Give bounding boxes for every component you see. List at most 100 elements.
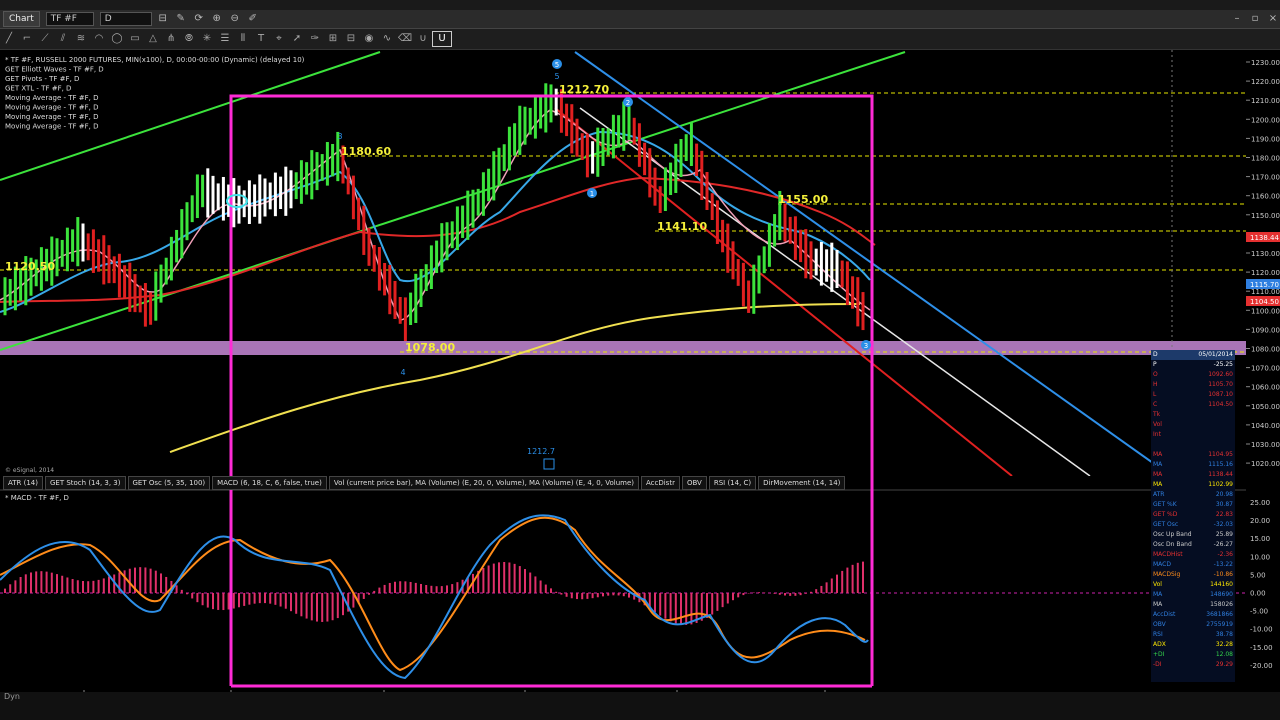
- top-marker-icon[interactable]: [543, 458, 555, 470]
- ellipse-icon[interactable]: ◯: [108, 31, 126, 47]
- data-window-key: RSI: [1153, 631, 1163, 638]
- rectangle-icon[interactable]: ▭: [126, 31, 144, 47]
- white-channel: [579, 107, 1091, 476]
- wave-3b-label: 3: [864, 342, 868, 350]
- macd-tick-label: -20.00: [1250, 662, 1273, 670]
- data-window-key: -DI: [1153, 661, 1162, 668]
- data-window-key: Tk: [1153, 411, 1161, 418]
- data-window-row: GET %K 30.87: [1151, 500, 1235, 510]
- refresh-icon[interactable]: ⟳: [192, 12, 206, 26]
- data-window-value: 38.78: [1215, 631, 1233, 638]
- tab-macd[interactable]: MACD (6, 18, C, 6, false, true): [212, 476, 327, 490]
- unlock-icon[interactable]: U: [432, 31, 452, 47]
- data-window-key: AccDist: [1153, 611, 1176, 618]
- link-icon[interactable]: ⊟: [156, 12, 170, 26]
- gann-icon[interactable]: ✳: [198, 31, 216, 47]
- tab-get-osc[interactable]: GET Osc (5, 35, 100): [127, 476, 211, 490]
- fib-icon[interactable]: ≋: [72, 31, 90, 47]
- cycle-icon[interactable]: ⦾: [180, 31, 198, 47]
- tab-obv[interactable]: OBV: [681, 476, 707, 490]
- price-tick-label: 1070.00: [1251, 365, 1280, 373]
- macd-title: * MACD - TF #F, D: [5, 494, 69, 502]
- zoom-out-icon[interactable]: ⊖: [228, 12, 242, 26]
- dyn-label[interactable]: Dyn: [4, 692, 20, 701]
- arrow-icon[interactable]: ➚: [288, 31, 306, 47]
- data-window-value: 1115.16: [1208, 461, 1233, 468]
- pen-icon[interactable]: ✑: [306, 31, 324, 47]
- arc-icon[interactable]: ◠: [90, 31, 108, 47]
- draw-icon[interactable]: ✎: [174, 12, 188, 26]
- macd-tick-label: 0.00: [1250, 590, 1266, 598]
- tab-accdistr[interactable]: AccDistr: [640, 476, 680, 490]
- text-icon[interactable]: T: [252, 31, 270, 47]
- title-bar: [0, 0, 1280, 10]
- wave-1-label: 1: [590, 190, 594, 198]
- title-line: GET Elliott Waves - TF #F, D: [5, 66, 104, 74]
- data-window-row: MACDSig -10.86: [1151, 570, 1235, 580]
- data-window-row: GET Osc -32.03: [1151, 520, 1235, 530]
- data-window-key: MA: [1153, 471, 1163, 478]
- restore-icon[interactable]: ▫: [1248, 12, 1262, 26]
- data-window-key: MA: [1153, 451, 1163, 458]
- magnet-icon[interactable]: ∪: [414, 31, 432, 47]
- grid-icon[interactable]: ⊞: [324, 31, 342, 47]
- data-window-value: 22.83: [1215, 511, 1233, 518]
- data-window-row: P -25.25: [1151, 360, 1235, 370]
- symbol-input[interactable]: TF #F: [45, 12, 94, 26]
- macd-tick-label: 25.00: [1250, 499, 1270, 507]
- channel-icon[interactable]: ⫽: [54, 31, 72, 47]
- data-window-row: MA 1138.44: [1151, 470, 1235, 480]
- zoom-in-icon[interactable]: ⊕: [210, 12, 224, 26]
- data-window-key: GET %D: [1153, 511, 1178, 518]
- price-tick-label: 1120.00: [1251, 269, 1280, 277]
- cursor-icon[interactable]: ╱: [0, 31, 18, 47]
- top-marker-label: 1212.7: [527, 447, 555, 456]
- line-tool-icon[interactable]: ⌐: [18, 31, 36, 47]
- tab-dirmovement[interactable]: DirMovement (14, 14): [758, 476, 846, 490]
- vlines-icon[interactable]: ⦀: [234, 31, 252, 47]
- data-window-value: 1104.50: [1208, 401, 1233, 408]
- hlines-icon[interactable]: ☰: [216, 31, 234, 47]
- data-window-key: O: [1153, 371, 1158, 378]
- price-marker-label: 1138.44: [1250, 234, 1279, 242]
- data-window-value: 30.87: [1215, 501, 1233, 508]
- tab-rsi[interactable]: RSI (14, C): [708, 476, 757, 490]
- wave-4-label: 4: [400, 368, 405, 377]
- erase-icon[interactable]: ⌫: [396, 31, 414, 47]
- data-window-key: Osc Up Band: [1153, 531, 1192, 538]
- macd-tick-label: -10.00: [1250, 626, 1273, 634]
- marker-icon[interactable]: ⌖: [270, 31, 288, 47]
- close-icon[interactable]: ×: [1266, 12, 1280, 26]
- wave-icon[interactable]: ∿: [378, 31, 396, 47]
- data-window-key: OBV: [1153, 621, 1166, 628]
- price-tick-label: 1160.00: [1251, 193, 1280, 201]
- pitchfork-icon[interactable]: ⋔: [162, 31, 180, 47]
- data-window-row: ATR 20.98: [1151, 490, 1235, 500]
- interval-input[interactable]: D: [99, 12, 152, 26]
- data-window-key: C: [1153, 401, 1158, 408]
- data-window-key: Vol: [1153, 581, 1162, 588]
- bottom-bar: Dyn: [0, 692, 1280, 720]
- title-line: Moving Average - TF #F, D: [5, 104, 99, 112]
- tab-get-stoch[interactable]: GET Stoch (14, 3, 3): [44, 476, 126, 490]
- tab-atr[interactable]: ATR (14): [3, 476, 43, 490]
- pencil-icon[interactable]: ✐: [246, 12, 260, 26]
- data-window-value: -25.25: [1213, 361, 1233, 368]
- chart-tab[interactable]: Chart: [3, 11, 40, 27]
- wave-3-label: 3: [337, 132, 342, 141]
- tab-volume[interactable]: Vol (current price bar), MA (Volume) (E,…: [328, 476, 639, 490]
- minimize-icon[interactable]: –: [1230, 12, 1244, 26]
- data-window-row: MACDHist -2.36: [1151, 550, 1235, 560]
- data-window-row: MA 148690: [1151, 590, 1235, 600]
- eye-icon[interactable]: ◉: [360, 31, 378, 47]
- ruler-icon[interactable]: ⊟: [342, 31, 360, 47]
- price-tick-label: 1190.00: [1251, 135, 1280, 143]
- data-window-value: 20.98: [1215, 491, 1233, 498]
- wave-2-label: 2: [626, 99, 630, 107]
- trendline-icon[interactable]: ⟋: [36, 31, 54, 47]
- triangle-icon[interactable]: △: [144, 31, 162, 47]
- data-window-value: 3681866: [1206, 611, 1233, 618]
- data-window-row: MA 1102.99: [1151, 480, 1235, 490]
- title-line: Moving Average - TF #F, D: [5, 123, 99, 131]
- price-chart[interactable]: 1230.001220.001210.001200.001190.001180.…: [0, 50, 1280, 692]
